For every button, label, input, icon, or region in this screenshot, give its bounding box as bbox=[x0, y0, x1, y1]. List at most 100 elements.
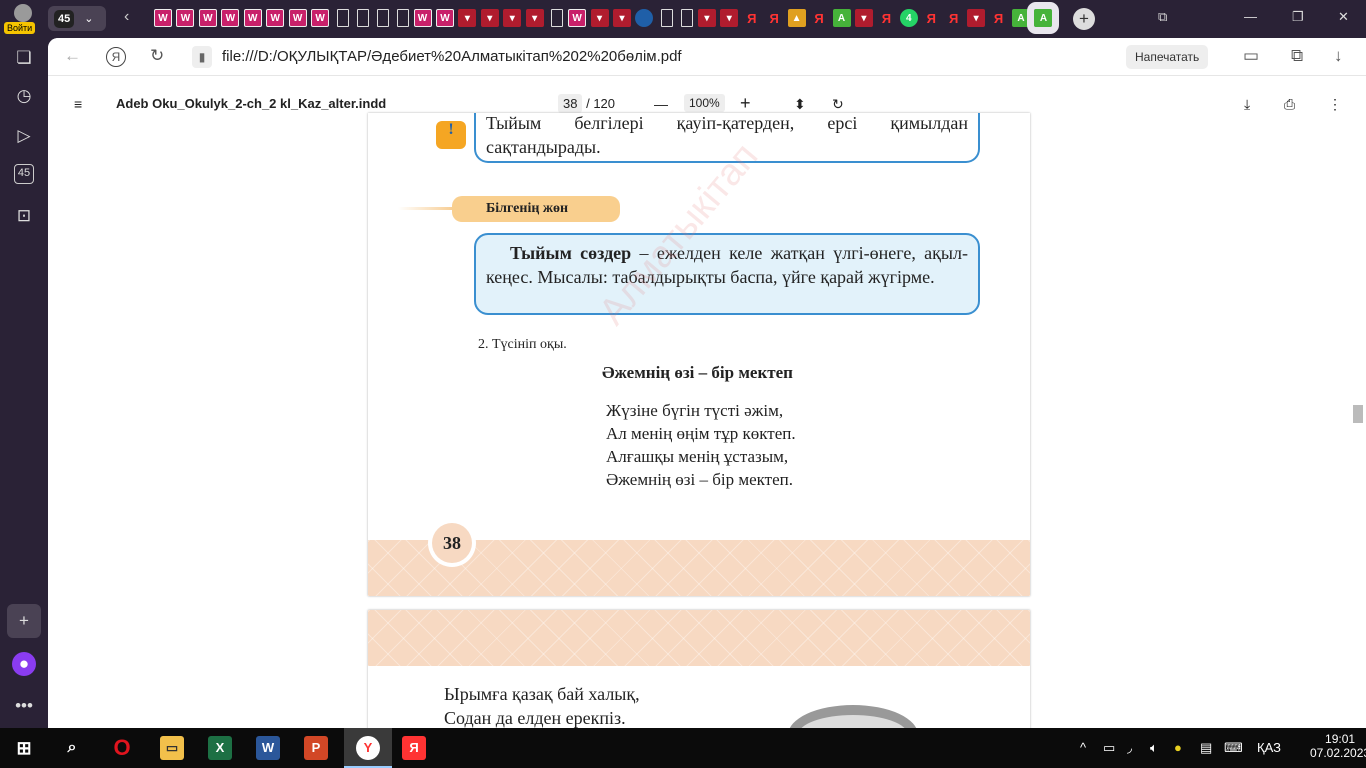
tab-active-icon[interactable]: A bbox=[1027, 2, 1060, 34]
tab-shield-icon[interactable]: ▾ bbox=[458, 9, 477, 27]
text-line: Содан да елден ерекпіз. bbox=[444, 708, 626, 728]
print-page-button[interactable]: Напечатать bbox=[1126, 45, 1209, 69]
notification-icon[interactable]: ▤ bbox=[1200, 740, 1212, 756]
tray-chevron-icon[interactable]: ^ bbox=[1080, 740, 1086, 755]
reload-icon[interactable]: ↻ bbox=[150, 46, 164, 66]
language-indicator[interactable]: ҚАЗ bbox=[1257, 740, 1281, 755]
windows-start-icon[interactable]: ⊞ bbox=[12, 736, 36, 760]
excel-icon[interactable]: X bbox=[208, 736, 232, 760]
screenshot-icon[interactable]: ⊡ bbox=[12, 204, 36, 228]
collections-icon[interactable]: ⧉ bbox=[1158, 9, 1167, 25]
url-field[interactable]: file:///D:/ОҚУЛЫҚТАР/Әдебиет%20Алматыкіт… bbox=[222, 48, 682, 65]
tab-doc-icon[interactable] bbox=[376, 9, 389, 27]
download-icon[interactable]: ↓ bbox=[1334, 46, 1343, 66]
search-icon[interactable]: ⌕ bbox=[60, 736, 84, 760]
tab-shield-icon[interactable]: ▾ bbox=[590, 9, 609, 27]
poem-line: Жүзіне бүгін түсті әжім, bbox=[606, 401, 784, 420]
alice-icon[interactable]: ● bbox=[12, 652, 36, 676]
tab-a-icon[interactable]: A bbox=[1012, 9, 1030, 27]
tab-shield-icon[interactable]: ▾ bbox=[854, 9, 873, 27]
tab-shield-icon[interactable]: ▾ bbox=[720, 9, 739, 27]
page-number-input[interactable]: 38 bbox=[558, 94, 583, 113]
file-explorer-icon[interactable]: ▭ bbox=[160, 736, 184, 760]
tab-ya-icon[interactable]: Я bbox=[922, 9, 940, 27]
tab-ya-icon[interactable]: Я bbox=[743, 9, 761, 27]
print-icon[interactable]: ⎙ bbox=[1284, 96, 1295, 113]
profile-avatar[interactable]: Войти bbox=[4, 4, 36, 34]
tab-book-icon[interactable]: W bbox=[154, 9, 172, 27]
tab-book-icon[interactable]: W bbox=[221, 9, 240, 27]
yandex-icon[interactable]: Я bbox=[106, 47, 126, 67]
zoom-in-icon[interactable]: + bbox=[740, 93, 751, 114]
yandex-browser-taskbar-active[interactable]: Y bbox=[344, 728, 392, 768]
tab-ya-icon[interactable]: Я bbox=[877, 9, 895, 27]
clock[interactable]: 19:01 07.02.2023 bbox=[1310, 732, 1366, 760]
tab-wa-icon[interactable]: 4 bbox=[899, 9, 918, 27]
keyboard-icon[interactable]: ⌨ bbox=[1224, 740, 1243, 756]
battery-saver-icon[interactable]: ▭ bbox=[1243, 46, 1259, 66]
tab-book-icon[interactable]: W bbox=[413, 9, 432, 27]
menu-icon[interactable]: ≡ bbox=[74, 96, 82, 112]
tab-shield-icon[interactable]: ▾ bbox=[967, 9, 986, 27]
tab-ya-icon[interactable]: Я bbox=[990, 9, 1008, 27]
yandex-taskbar-icon[interactable]: Я bbox=[402, 736, 426, 760]
tab-doc-icon[interactable] bbox=[551, 9, 564, 27]
add-panel-button[interactable]: + bbox=[7, 604, 41, 638]
tabs-icon[interactable]: ❏ bbox=[12, 46, 36, 70]
more-icon[interactable]: ••• bbox=[12, 694, 36, 718]
tab-gov-icon[interactable] bbox=[635, 9, 654, 27]
tab-book-icon[interactable]: W bbox=[435, 9, 454, 27]
battery-icon[interactable]: ▭ bbox=[1103, 740, 1115, 756]
opera-icon[interactable]: O bbox=[110, 736, 134, 760]
tab-img-icon[interactable]: ▲ bbox=[787, 9, 806, 27]
wifi-icon[interactable]: ◞ bbox=[1127, 740, 1132, 756]
scroll-tabs-left-icon[interactable]: ‹ bbox=[124, 8, 129, 26]
address-bar: ← Я ↻ ▮ file:///D:/ОҚУЛЫҚТАР/Әдебиет%20А… bbox=[48, 38, 1366, 76]
tab-shield-icon[interactable]: ▾ bbox=[503, 9, 522, 27]
tab-a-icon[interactable]: A bbox=[832, 9, 851, 27]
tab-doc-icon[interactable] bbox=[336, 9, 349, 27]
tab-shield-icon[interactable]: ▾ bbox=[697, 9, 716, 27]
tab-count-button[interactable]: 45 ⌄ bbox=[48, 6, 106, 31]
tab-shield-icon[interactable]: ▾ bbox=[480, 9, 499, 27]
history-icon[interactable]: ◷ bbox=[12, 84, 36, 108]
tab-book-icon[interactable]: W bbox=[266, 9, 285, 27]
scrollbar-thumb[interactable] bbox=[1353, 405, 1363, 423]
tab-book-icon[interactable]: W bbox=[288, 9, 307, 27]
file-icon[interactable]: ▮ bbox=[192, 46, 212, 68]
minimize-button[interactable]: — bbox=[1244, 9, 1257, 24]
tab-book-icon[interactable]: W bbox=[311, 9, 330, 27]
back-icon[interactable]: ← bbox=[64, 46, 81, 66]
tab-doc-icon[interactable] bbox=[356, 9, 369, 27]
word-icon[interactable]: W bbox=[256, 736, 280, 760]
sidebar-badge[interactable]: 45 bbox=[14, 164, 34, 184]
powerpoint-icon[interactable]: P bbox=[304, 736, 328, 760]
login-badge[interactable]: Войти bbox=[4, 22, 36, 34]
tab-shield-icon[interactable]: ▾ bbox=[525, 9, 544, 27]
tab-doc-icon[interactable] bbox=[396, 9, 409, 27]
close-button[interactable]: ✕ bbox=[1338, 9, 1349, 25]
zoom-out-icon[interactable]: — bbox=[654, 96, 668, 112]
more-options-icon[interactable]: ⋮ bbox=[1328, 96, 1342, 113]
tab-doc-icon[interactable] bbox=[660, 9, 673, 27]
tab-book-icon[interactable]: W bbox=[176, 9, 195, 27]
zoom-level[interactable]: 100% bbox=[684, 94, 725, 112]
download-pdf-icon[interactable]: ⤓ bbox=[1244, 96, 1250, 113]
new-tab-button[interactable]: + bbox=[1073, 8, 1095, 30]
tab-book-icon[interactable]: W bbox=[198, 9, 217, 27]
tab-shield-icon[interactable]: ▾ bbox=[613, 9, 631, 27]
tab-doc-icon[interactable] bbox=[680, 9, 693, 27]
tab-ya-icon[interactable]: Я bbox=[765, 9, 783, 27]
app-tray-icon[interactable]: ● bbox=[1174, 740, 1182, 755]
video-icon[interactable]: ▷ bbox=[12, 124, 36, 148]
fit-page-icon[interactable]: ⬍ bbox=[794, 96, 806, 113]
volume-icon[interactable]: 🔈︎ bbox=[1150, 740, 1158, 756]
tab-ya-icon[interactable]: Я bbox=[945, 9, 963, 27]
tab-book-icon[interactable]: W bbox=[243, 9, 262, 27]
pdf-viewer[interactable]: ! Тыйым белгілері қауіп-қатерден, ерсі қ… bbox=[48, 113, 1366, 728]
rotate-icon[interactable]: ↻ bbox=[832, 96, 844, 113]
translate-icon[interactable]: ⧉ bbox=[1291, 46, 1303, 66]
restore-button[interactable]: ❐ bbox=[1292, 9, 1304, 25]
tab-ya-icon[interactable]: Я bbox=[810, 9, 828, 27]
tab-book-icon[interactable]: W bbox=[568, 9, 587, 27]
